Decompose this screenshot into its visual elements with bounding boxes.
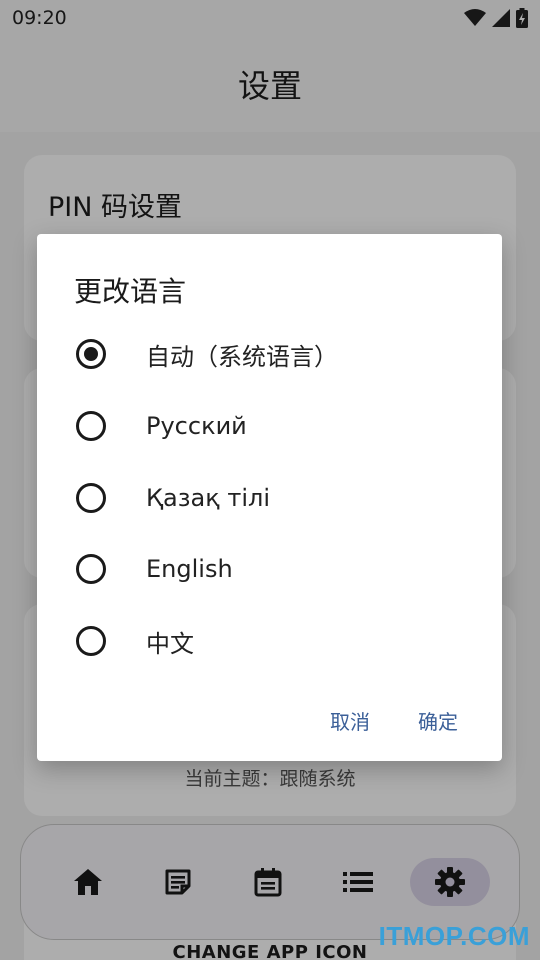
radio-button[interactable] xyxy=(76,626,106,656)
dialog-actions: 取消 确定 xyxy=(330,706,458,735)
cancel-button[interactable]: 取消 xyxy=(330,706,370,735)
language-option-label: 中文 xyxy=(146,629,194,658)
radio-button-selected[interactable] xyxy=(76,339,106,369)
dialog-title: 更改语言 xyxy=(74,275,187,308)
language-option-auto[interactable]: 自动（系统语言） xyxy=(37,318,502,390)
language-option-label: Қазақ тілі xyxy=(146,484,270,512)
radio-button[interactable] xyxy=(76,483,106,513)
language-option-chinese[interactable]: 中文 xyxy=(37,605,502,677)
radio-dot xyxy=(84,347,98,361)
radio-button[interactable] xyxy=(76,411,106,441)
language-option-label: 自动（系统语言） xyxy=(146,342,338,371)
language-option-kazakh[interactable]: Қазақ тілі xyxy=(37,462,502,534)
change-language-dialog: 更改语言 自动（系统语言） Русский Қазақ тілі English… xyxy=(37,234,502,761)
confirm-button[interactable]: 确定 xyxy=(418,706,458,735)
language-option-russian[interactable]: Русский xyxy=(37,390,502,462)
language-option-english[interactable]: English xyxy=(37,533,502,605)
watermark-logo: ITMOP.COM xyxy=(378,921,530,951)
language-option-label: English xyxy=(146,555,233,583)
language-option-label: Русский xyxy=(146,412,247,440)
radio-button[interactable] xyxy=(76,554,106,584)
